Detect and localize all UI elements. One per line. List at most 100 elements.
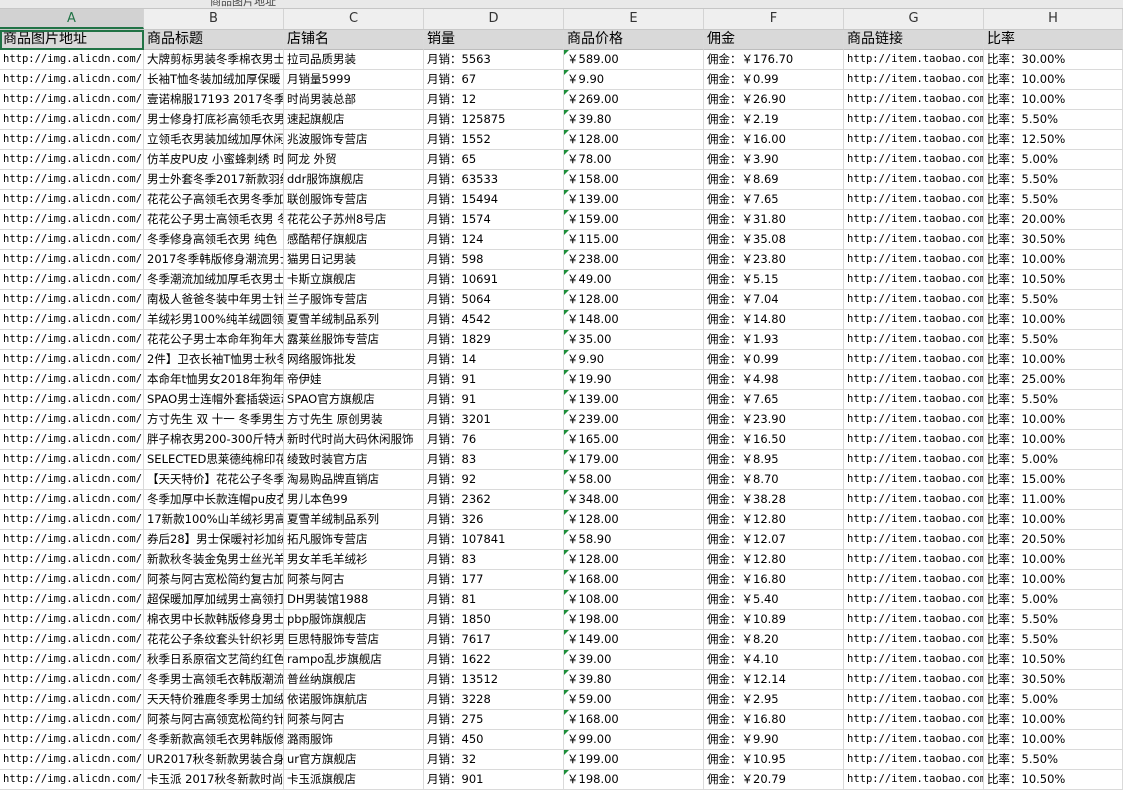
table-cell[interactable]: 比率：12.50% xyxy=(984,130,1123,150)
table-cell[interactable]: 比率：10.00% xyxy=(984,310,1123,330)
table-cell[interactable]: 17新款100%山羊绒衫男高领 xyxy=(144,510,284,530)
table-cell[interactable]: 月销：14 xyxy=(424,350,564,370)
table-cell[interactable]: 花花公子男士本命年狗年大 xyxy=(144,330,284,350)
table-cell[interactable]: http://item.taobao.com/i xyxy=(844,630,984,650)
table-cell[interactable]: 月销：3201 xyxy=(424,410,564,430)
table-cell[interactable]: 夏雪羊绒制品系列 xyxy=(284,510,424,530)
column-header-f[interactable]: F xyxy=(704,9,844,29)
table-cell[interactable]: ￥128.00 xyxy=(564,290,704,310)
table-cell[interactable]: 花花公子男士高领毛衣男 冬 xyxy=(144,210,284,230)
table-cell[interactable]: ￥115.00 xyxy=(564,230,704,250)
column-header-d[interactable]: D xyxy=(424,9,564,29)
table-cell[interactable]: 月销：1552 xyxy=(424,130,564,150)
table-cell[interactable]: http://img.alicdn.com/ba xyxy=(0,670,144,690)
table-cell[interactable]: http://img.alicdn.com/ba xyxy=(0,190,144,210)
table-cell[interactable]: ￥238.00 xyxy=(564,250,704,270)
table-cell[interactable]: 佣金：￥7.04 xyxy=(704,290,844,310)
table-cell[interactable]: 月销：3228 xyxy=(424,690,564,710)
table-cell[interactable]: 比率：10.00% xyxy=(984,350,1123,370)
table-cell[interactable]: 花花公子苏州8号店 xyxy=(284,210,424,230)
table-cell[interactable]: http://item.taobao.com/i xyxy=(844,230,984,250)
table-cell[interactable]: http://img.alicdn.com/ba xyxy=(0,630,144,650)
table-cell[interactable]: 天天特价雅鹿冬季男士加绒 xyxy=(144,690,284,710)
table-cell[interactable]: http://img.alicdn.com/ba xyxy=(0,610,144,630)
table-cell[interactable]: http://item.taobao.com/i xyxy=(844,90,984,110)
table-cell[interactable]: 月销：1850 xyxy=(424,610,564,630)
table-cell[interactable]: 比率：10.00% xyxy=(984,510,1123,530)
table-cell[interactable]: 潞雨服饰 xyxy=(284,730,424,750)
table-cell[interactable]: http://item.taobao.com/i xyxy=(844,650,984,670)
table-cell[interactable]: 比率：10.00% xyxy=(984,730,1123,750)
table-cell[interactable]: 月销：1574 xyxy=(424,210,564,230)
table-cell[interactable]: ￥19.90 xyxy=(564,370,704,390)
table-cell[interactable]: 南极人爸爸冬装中年男士针 xyxy=(144,290,284,310)
table-cell[interactable]: 立领毛衣男装加绒加厚休闲 xyxy=(144,130,284,150)
table-cell[interactable]: 月销：12 xyxy=(424,90,564,110)
column-header-b[interactable]: B xyxy=(144,9,284,29)
table-cell[interactable]: 冬季新款高领毛衣男韩版修 xyxy=(144,730,284,750)
table-cell[interactable]: 阿茶与阿古高领宽松简约针 xyxy=(144,710,284,730)
table-cell[interactable]: 月销：92 xyxy=(424,470,564,490)
table-cell[interactable]: 本命年t恤男女2018年狗年红 xyxy=(144,370,284,390)
table-cell[interactable]: ￥348.00 xyxy=(564,490,704,510)
column-header-e[interactable]: E xyxy=(564,9,704,29)
table-cell[interactable]: ￥39.80 xyxy=(564,110,704,130)
table-cell[interactable]: http://img.alicdn.com/ba xyxy=(0,290,144,310)
table-cell[interactable]: http://item.taobao.com/i xyxy=(844,70,984,90)
table-cell[interactable]: http://img.alicdn.com/ba xyxy=(0,590,144,610)
table-cell[interactable]: 比率：10.00% xyxy=(984,570,1123,590)
table-cell[interactable]: http://item.taobao.com/i xyxy=(844,250,984,270)
table-cell[interactable]: http://img.alicdn.com/ba xyxy=(0,230,144,250)
table-cell[interactable]: 比率：30.50% xyxy=(984,670,1123,690)
table-cell[interactable]: 长袖T恤冬装加绒加厚保暖 xyxy=(144,70,284,90)
table-cell[interactable]: 兆波服饰专营店 xyxy=(284,130,424,150)
table-cell[interactable]: 花花公子条纹套头针织衫男 xyxy=(144,630,284,650)
table-cell[interactable]: http://item.taobao.com/i xyxy=(844,590,984,610)
table-cell[interactable]: http://item.taobao.com/i xyxy=(844,710,984,730)
table-cell[interactable]: http://item.taobao.com/i xyxy=(844,750,984,770)
table-cell[interactable]: 佣金：￥4.98 xyxy=(704,370,844,390)
table-cell[interactable]: http://item.taobao.com/i xyxy=(844,370,984,390)
table-cell[interactable]: ￥9.90 xyxy=(564,70,704,90)
table-cell[interactable]: 速起旗舰店 xyxy=(284,110,424,130)
table-cell[interactable]: 佣金：￥5.15 xyxy=(704,270,844,290)
table-cell[interactable]: http://item.taobao.com/i xyxy=(844,730,984,750)
table-cell[interactable]: 佣金：￥12.80 xyxy=(704,510,844,530)
table-cell[interactable]: http://img.alicdn.com/ba xyxy=(0,650,144,670)
table-cell[interactable]: 冬季加厚中长款连帽pu皮衣 xyxy=(144,490,284,510)
spreadsheet-grid[interactable]: ABCDEFGH 商品图片地址 商品标题 店铺名 销量 商品价格 佣金 商品链接 比率 http… xyxy=(0,9,1123,790)
table-cell[interactable]: ￥139.00 xyxy=(564,190,704,210)
table-cell[interactable]: 比率：10.00% xyxy=(984,430,1123,450)
table-cell[interactable]: 大牌剪标男装冬季棉衣男士 xyxy=(144,50,284,70)
table-cell[interactable]: 月销：63533 xyxy=(424,170,564,190)
table-cell[interactable]: http://item.taobao.com/i xyxy=(844,130,984,150)
table-cell[interactable]: ￥99.00 xyxy=(564,730,704,750)
table-cell[interactable]: ￥158.00 xyxy=(564,170,704,190)
table-cell[interactable]: 淘易购品牌直销店 xyxy=(284,470,424,490)
table-cell[interactable]: ddr服饰旗舰店 xyxy=(284,170,424,190)
table-cell[interactable]: 联创服饰专营店 xyxy=(284,190,424,210)
table-cell[interactable]: 仿羊皮PU皮 小蜜蜂刺绣 时 xyxy=(144,150,284,170)
table-cell[interactable]: 冬季男士高领毛衣韩版潮流 xyxy=(144,670,284,690)
table-cell[interactable]: ￥269.00 xyxy=(564,90,704,110)
table-cell[interactable]: http://item.taobao.com/i xyxy=(844,670,984,690)
table-cell[interactable]: ￥59.00 xyxy=(564,690,704,710)
table-cell[interactable]: http://img.alicdn.com/ba xyxy=(0,510,144,530)
table-cell[interactable]: SPAO男士连帽外套插袋运动 xyxy=(144,390,284,410)
table-cell[interactable]: 佣金：￥2.19 xyxy=(704,110,844,130)
table-cell[interactable]: 月销：65 xyxy=(424,150,564,170)
table-cell[interactable]: 卡斯立旗舰店 xyxy=(284,270,424,290)
table-cell[interactable]: 月销：5064 xyxy=(424,290,564,310)
table-cell[interactable]: ￥39.80 xyxy=(564,670,704,690)
table-cell[interactable]: DH男装馆1988 xyxy=(284,590,424,610)
table-cell[interactable]: 月销：107841 xyxy=(424,530,564,550)
table-cell[interactable]: http://item.taobao.com/i xyxy=(844,310,984,330)
table-cell[interactable]: 绫致时装官方店 xyxy=(284,450,424,470)
column-header-a[interactable]: A xyxy=(0,9,144,29)
table-cell[interactable]: 佣金：￥38.28 xyxy=(704,490,844,510)
table-cell[interactable]: 佣金：￥12.14 xyxy=(704,670,844,690)
table-cell[interactable]: ￥589.00 xyxy=(564,50,704,70)
table-cell[interactable]: 月销：76 xyxy=(424,430,564,450)
table-cell[interactable]: 冬季修身高领毛衣男 纯色 xyxy=(144,230,284,250)
table-cell[interactable]: 方寸先生 原创男装 xyxy=(284,410,424,430)
